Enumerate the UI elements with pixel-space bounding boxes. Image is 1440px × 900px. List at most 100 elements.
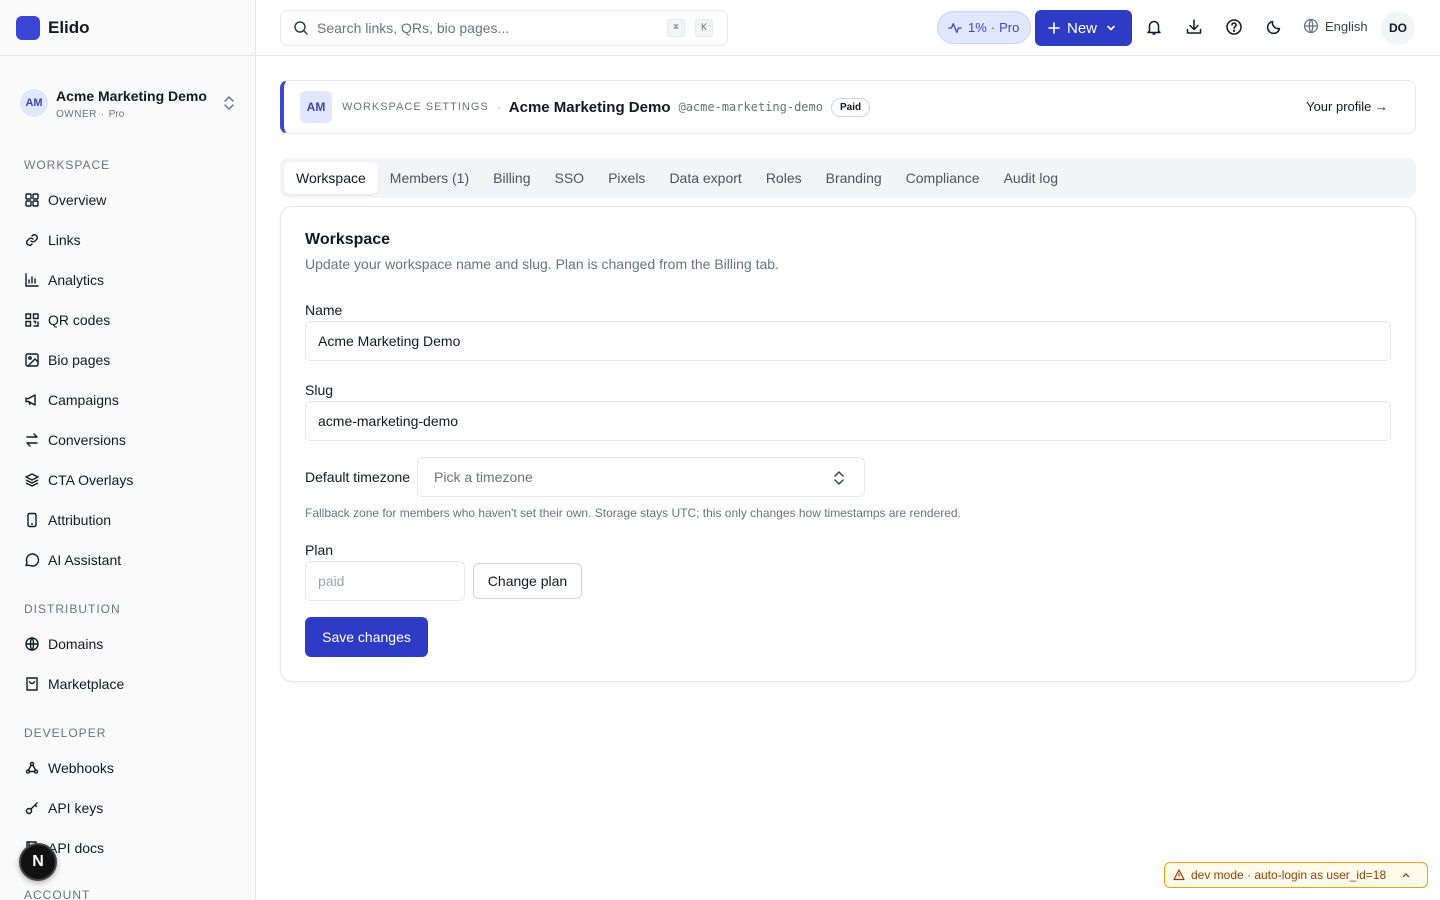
help-icon[interactable] bbox=[1225, 18, 1243, 36]
workspace-handle: @acme-marketing-demo bbox=[678, 100, 823, 114]
sidebar-item-marketplace[interactable]: Marketplace bbox=[12, 666, 244, 702]
shortcut-key-cmd: ⌘ bbox=[667, 19, 685, 37]
search-icon bbox=[294, 21, 308, 35]
sidebar-item-label: Attribution bbox=[48, 512, 112, 528]
usage-pill[interactable]: 1% · Pro bbox=[937, 11, 1031, 44]
link-icon bbox=[26, 234, 38, 246]
sidebar-item-domains[interactable]: Domains bbox=[12, 626, 244, 662]
plus-icon bbox=[1048, 22, 1060, 34]
section-account: ACCOUNT bbox=[24, 888, 91, 900]
sidebar-item-label: Bio pages bbox=[48, 352, 111, 368]
tab-roles[interactable]: Roles bbox=[754, 162, 814, 194]
slug-label: Slug bbox=[305, 382, 334, 398]
tab-members[interactable]: Members (1) bbox=[378, 162, 481, 194]
chat-bubble-icon bbox=[25, 553, 40, 567]
plan-label: Plan bbox=[305, 542, 334, 558]
key-icon bbox=[25, 802, 38, 815]
tab-workspace[interactable]: Workspace bbox=[284, 162, 378, 194]
sidebar-item-api-keys[interactable]: API keys bbox=[12, 790, 244, 826]
sidebar-item-label: Webhooks bbox=[48, 760, 114, 776]
search-input[interactable]: Search links, QRs, bio pages... ⌘ K bbox=[280, 10, 728, 46]
tab-sso[interactable]: SSO bbox=[543, 162, 597, 194]
your-profile-link[interactable]: Your profile → bbox=[1306, 99, 1388, 114]
usage-plan: Pro bbox=[999, 20, 1020, 35]
bell-icon[interactable] bbox=[1145, 18, 1163, 36]
card-title: Workspace bbox=[305, 231, 391, 248]
brand[interactable]: Elido bbox=[0, 0, 255, 56]
globe-icon bbox=[25, 637, 39, 651]
sidebar: Elido AM Acme Marketing Demo OWNER · Pro W… bbox=[0, 0, 256, 900]
chevron-down-icon bbox=[1107, 25, 1115, 31]
globe-icon bbox=[1303, 18, 1319, 34]
brand-name: Elido bbox=[48, 17, 90, 37]
sidebar-item-bio-pages[interactable]: Bio pages bbox=[12, 342, 244, 378]
sidebar-item-label: AI Assistant bbox=[48, 552, 122, 568]
grid-icon bbox=[25, 193, 39, 207]
workspace-header: AM WORKSPACE SETTINGS · Acme Marketing D… bbox=[280, 80, 1416, 134]
sidebar-item-campaigns[interactable]: Campaigns bbox=[12, 382, 244, 418]
tab-audit-log[interactable]: Audit log bbox=[992, 162, 1070, 194]
sidebar-item-overview[interactable]: Overview bbox=[12, 182, 244, 218]
bar-chart-icon bbox=[25, 273, 39, 287]
timezone-select[interactable]: Pick a timezone bbox=[417, 457, 865, 497]
search-placeholder: Search links, QRs, bio pages... bbox=[317, 20, 510, 36]
qr-code-icon bbox=[25, 313, 39, 327]
workspace-avatar: AM bbox=[20, 89, 48, 117]
workspace-plan: Pro bbox=[108, 108, 125, 120]
section-distribution: DISTRIBUTION bbox=[24, 602, 121, 616]
layers-icon bbox=[25, 473, 39, 487]
activity-icon bbox=[948, 22, 962, 33]
sidebar-item-label: Campaigns bbox=[48, 392, 119, 408]
sidebar-item-attribution[interactable]: Attribution bbox=[12, 502, 244, 538]
section-developer: DEVELOPER bbox=[24, 726, 107, 740]
chevron-up-icon bbox=[1402, 873, 1410, 878]
sidebar-item-webhooks[interactable]: Webhooks bbox=[12, 750, 244, 786]
language-selector[interactable]: English bbox=[1303, 18, 1368, 34]
change-plan-button[interactable]: Change plan bbox=[473, 563, 582, 599]
settings-tabs: Workspace Members (1) Billing SSO Pixels… bbox=[280, 158, 1416, 198]
tab-compliance[interactable]: Compliance bbox=[894, 162, 992, 194]
dev-mode-banner[interactable]: dev mode · auto-login as user_id=18 bbox=[1164, 862, 1428, 888]
sidebar-item-links[interactable]: Links bbox=[12, 222, 244, 258]
timezone-hint: Fallback zone for members who haven't se… bbox=[305, 506, 961, 520]
new-button[interactable]: New bbox=[1035, 10, 1132, 46]
tab-pixels[interactable]: Pixels bbox=[596, 162, 657, 194]
brand-logo bbox=[16, 15, 40, 40]
image-icon bbox=[25, 353, 39, 367]
sidebar-item-ai-assistant[interactable]: AI Assistant bbox=[12, 542, 244, 578]
language-label: English bbox=[1325, 18, 1368, 34]
workspace-meta: OWNER · Pro bbox=[56, 108, 125, 120]
workspace-role: OWNER bbox=[56, 108, 97, 120]
tab-billing[interactable]: Billing bbox=[481, 162, 542, 194]
download-icon[interactable] bbox=[1185, 18, 1203, 36]
dev-mode-text: dev mode · auto-login as user_id=18 bbox=[1191, 868, 1387, 882]
timezone-placeholder: Pick a timezone bbox=[434, 469, 533, 485]
sidebar-item-label: API keys bbox=[48, 800, 104, 816]
moon-icon[interactable] bbox=[1265, 18, 1283, 36]
sidebar-item-label: Overview bbox=[48, 192, 107, 208]
new-button-label: New bbox=[1067, 19, 1098, 37]
save-button[interactable]: Save changes bbox=[305, 617, 428, 657]
separator-dot: · bbox=[496, 100, 501, 114]
workspace-avatar: AM bbox=[300, 91, 332, 123]
sidebar-item-analytics[interactable]: Analytics bbox=[12, 262, 244, 298]
next-devtools-badge[interactable]: N bbox=[19, 843, 57, 881]
sidebar-item-qr-codes[interactable]: QR codes bbox=[12, 302, 244, 338]
sidebar-item-conversions[interactable]: Conversions bbox=[12, 422, 244, 458]
workspace-switcher[interactable]: AM Acme Marketing Demo OWNER · Pro bbox=[12, 74, 244, 132]
user-avatar[interactable]: DO bbox=[1381, 11, 1415, 45]
workspace-name: Acme Marketing Demo bbox=[56, 87, 207, 104]
tab-branding[interactable]: Branding bbox=[814, 162, 894, 194]
chevrons-up-down-icon bbox=[834, 471, 844, 485]
page-label: WORKSPACE SETTINGS bbox=[342, 101, 489, 113]
workspace-settings-card: Workspace Update your workspace name and… bbox=[280, 206, 1416, 682]
workspace-title: Acme Marketing Demo bbox=[508, 98, 671, 116]
sidebar-item-cta-overlays[interactable]: CTA Overlays bbox=[12, 462, 244, 498]
sidebar-item-label: API docs bbox=[48, 840, 105, 856]
sidebar-item-label: Links bbox=[48, 232, 81, 248]
slug-field[interactable]: acme-marketing-demo bbox=[305, 401, 1391, 441]
megaphone-icon bbox=[25, 394, 36, 406]
tab-data-export[interactable]: Data export bbox=[657, 162, 753, 194]
warning-icon bbox=[1173, 869, 1185, 881]
name-field[interactable]: Acme Marketing Demo bbox=[305, 321, 1391, 361]
